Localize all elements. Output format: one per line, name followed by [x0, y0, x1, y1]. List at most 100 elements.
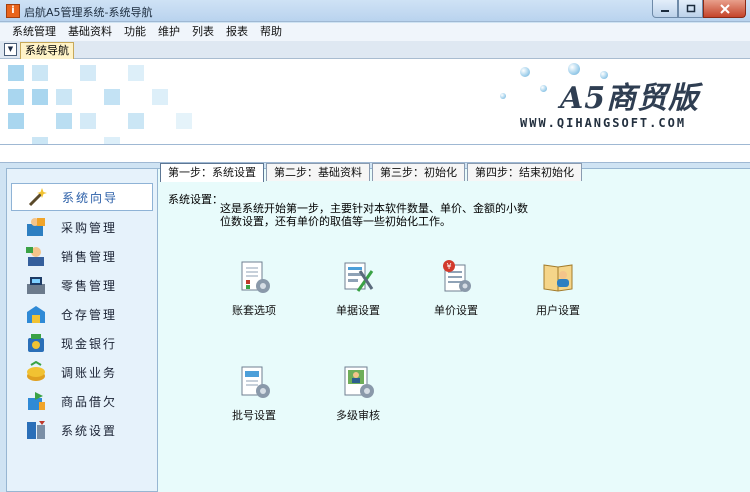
sales-icon: [25, 245, 47, 267]
tab-step4-finish-initialization[interactable]: 第四步：结束初始化: [467, 163, 582, 181]
function-label: 单价设置: [434, 304, 478, 317]
function-label: 用户设置: [536, 304, 580, 317]
function-label: 账套选项: [232, 304, 276, 317]
window-title: 启航A5管理系统-系统导航: [24, 6, 153, 19]
close-button[interactable]: [703, 0, 746, 18]
menu-maintenance[interactable]: 维护: [152, 23, 186, 41]
water-drop-decoration: [540, 85, 547, 92]
tab-step1-system-settings[interactable]: 第一步：系统设置: [160, 163, 264, 182]
sidebar-item-cash-bank[interactable]: 现金银行: [7, 329, 157, 357]
document-tab-strip: ▼ 系统导航: [0, 41, 750, 59]
banner-decoration: [104, 89, 120, 105]
function-label: 批号设置: [232, 409, 276, 422]
sidebar-item-label: 采购管理: [61, 220, 118, 235]
sidebar-item-system-wizard[interactable]: 系统向导: [11, 183, 153, 211]
menu-help[interactable]: 帮助: [254, 23, 288, 41]
wizard-panel: 第一步：系统设置 第二步：基础资料 第三步：初始化 第四步：结束初始化 系统设置…: [158, 163, 750, 492]
function-label: 多级审核: [336, 409, 380, 422]
sidebar-item-label: 零售管理: [61, 278, 118, 293]
window-controls: [652, 0, 746, 18]
menu-functions[interactable]: 功能: [118, 23, 152, 41]
step-description: 这是系统开始第一步，主要针对本软件数量、单价、金额的小数 位数设置，还有单价的取…: [220, 202, 540, 228]
banner-decoration: [128, 113, 144, 129]
banner-decoration: [8, 65, 24, 81]
svg-text:¥: ¥: [446, 262, 451, 271]
multi-level-audit-button[interactable]: 多级审核: [318, 364, 398, 424]
brand-banner: A5商贸版 WWW.QIHANGSOFT.COM: [0, 59, 750, 145]
menu-bar: 系统管理 基础资料 功能 维护 列表 报表 帮助: [0, 23, 750, 41]
tab-step3-initialization[interactable]: 第三步：初始化: [372, 163, 465, 181]
account-options-button[interactable]: 账套选项: [214, 259, 294, 319]
banner-decoration: [56, 113, 72, 129]
menu-list[interactable]: 列表: [186, 23, 220, 41]
tab-step2-basic-data[interactable]: 第二步：基础资料: [266, 163, 370, 181]
sidebar-item-label: 现金银行: [61, 336, 118, 351]
multi-level-audit-icon: [344, 366, 374, 398]
banner-decoration: [80, 65, 96, 81]
step-heading: 系统设置：: [168, 193, 223, 206]
purchase-icon: [25, 216, 47, 238]
sidebar-item-goods-borrow[interactable]: 商品借欠: [7, 387, 157, 415]
wand-icon: [26, 186, 48, 208]
module-sidebar: 系统向导 采购管理 销售管理 零售管理 仓存管理 现金银行 调账业务 商品借欠 …: [6, 168, 158, 492]
banner-decoration: [8, 113, 24, 129]
step-description-line: 这是系统开始第一步，主要针对本软件数量、单价、金额的小数: [220, 202, 528, 215]
document-settings-icon: [344, 262, 374, 292]
maximize-button[interactable]: [678, 0, 703, 18]
sidebar-item-label: 系统向导: [62, 190, 119, 205]
batch-settings-icon: [241, 366, 270, 398]
price-settings-button[interactable]: ¥ 单价设置: [416, 259, 496, 319]
banner-decoration: [176, 113, 192, 129]
title-bar: i 启航A5管理系统-系统导航: [0, 0, 750, 22]
retail-icon: [25, 274, 47, 296]
tab-system-navigation[interactable]: 系统导航: [20, 42, 74, 59]
sidebar-item-label: 调账业务: [61, 365, 118, 380]
menu-basic-data[interactable]: 基础资料: [62, 23, 118, 41]
sidebar-item-label: 商品借欠: [61, 394, 118, 409]
sidebar-item-label: 系统设置: [61, 423, 118, 438]
toolbar-area: [0, 145, 750, 163]
water-drop-decoration: [520, 67, 530, 77]
document-settings-button[interactable]: 单据设置: [318, 259, 398, 319]
water-drop-decoration: [500, 93, 506, 99]
function-label: 单据设置: [336, 304, 380, 317]
warehouse-icon: [25, 303, 47, 325]
app-icon: i: [6, 4, 20, 18]
banner-decoration: [32, 137, 48, 144]
batch-settings-button[interactable]: 批号设置: [214, 364, 294, 424]
sidebar-item-system-settings[interactable]: 系统设置: [7, 416, 157, 444]
account-options-icon: [241, 261, 270, 293]
menu-reports[interactable]: 报表: [220, 23, 254, 41]
sidebar-item-label: 销售管理: [61, 249, 118, 264]
banner-decoration: [32, 65, 48, 81]
banner-decoration: [152, 89, 168, 105]
sidebar-item-purchase[interactable]: 采购管理: [7, 213, 157, 241]
sidebar-item-sales[interactable]: 销售管理: [7, 242, 157, 270]
step-description-line: 位数设置，还有单价的取值等一些初始化工作。: [220, 215, 451, 228]
borrow-icon: [25, 390, 47, 412]
banner-title: A5商贸版: [560, 81, 700, 116]
close-icon: [719, 3, 730, 14]
banner-decoration: [128, 65, 144, 81]
menu-system-management[interactable]: 系统管理: [6, 23, 62, 41]
user-settings-button[interactable]: 用户设置: [518, 259, 598, 319]
minimize-icon: [661, 9, 669, 12]
adjust-icon: [25, 361, 47, 383]
sidebar-item-label: 仓存管理: [61, 307, 118, 322]
sidebar-item-adjustment[interactable]: 调账业务: [7, 358, 157, 386]
user-settings-icon: [543, 264, 573, 292]
banner-decoration: [56, 89, 72, 105]
banner-decoration: [8, 89, 24, 105]
sidebar-item-warehouse[interactable]: 仓存管理: [7, 300, 157, 328]
banner-url: WWW.QIHANGSOFT.COM: [520, 116, 687, 130]
banner-decoration: [104, 137, 120, 144]
banner-decoration: [32, 89, 48, 105]
wizard-step-tabs: 第一步：系统设置 第二步：基础资料 第三步：初始化 第四步：结束初始化: [160, 163, 584, 183]
price-settings-icon: ¥: [443, 260, 471, 292]
minimize-button[interactable]: [652, 0, 678, 18]
cash-bank-icon: [25, 332, 47, 354]
banner-decoration: [80, 113, 96, 129]
tab-list-dropdown-icon[interactable]: ▼: [4, 43, 17, 56]
sidebar-item-retail[interactable]: 零售管理: [7, 271, 157, 299]
settings-icon: [25, 419, 47, 441]
